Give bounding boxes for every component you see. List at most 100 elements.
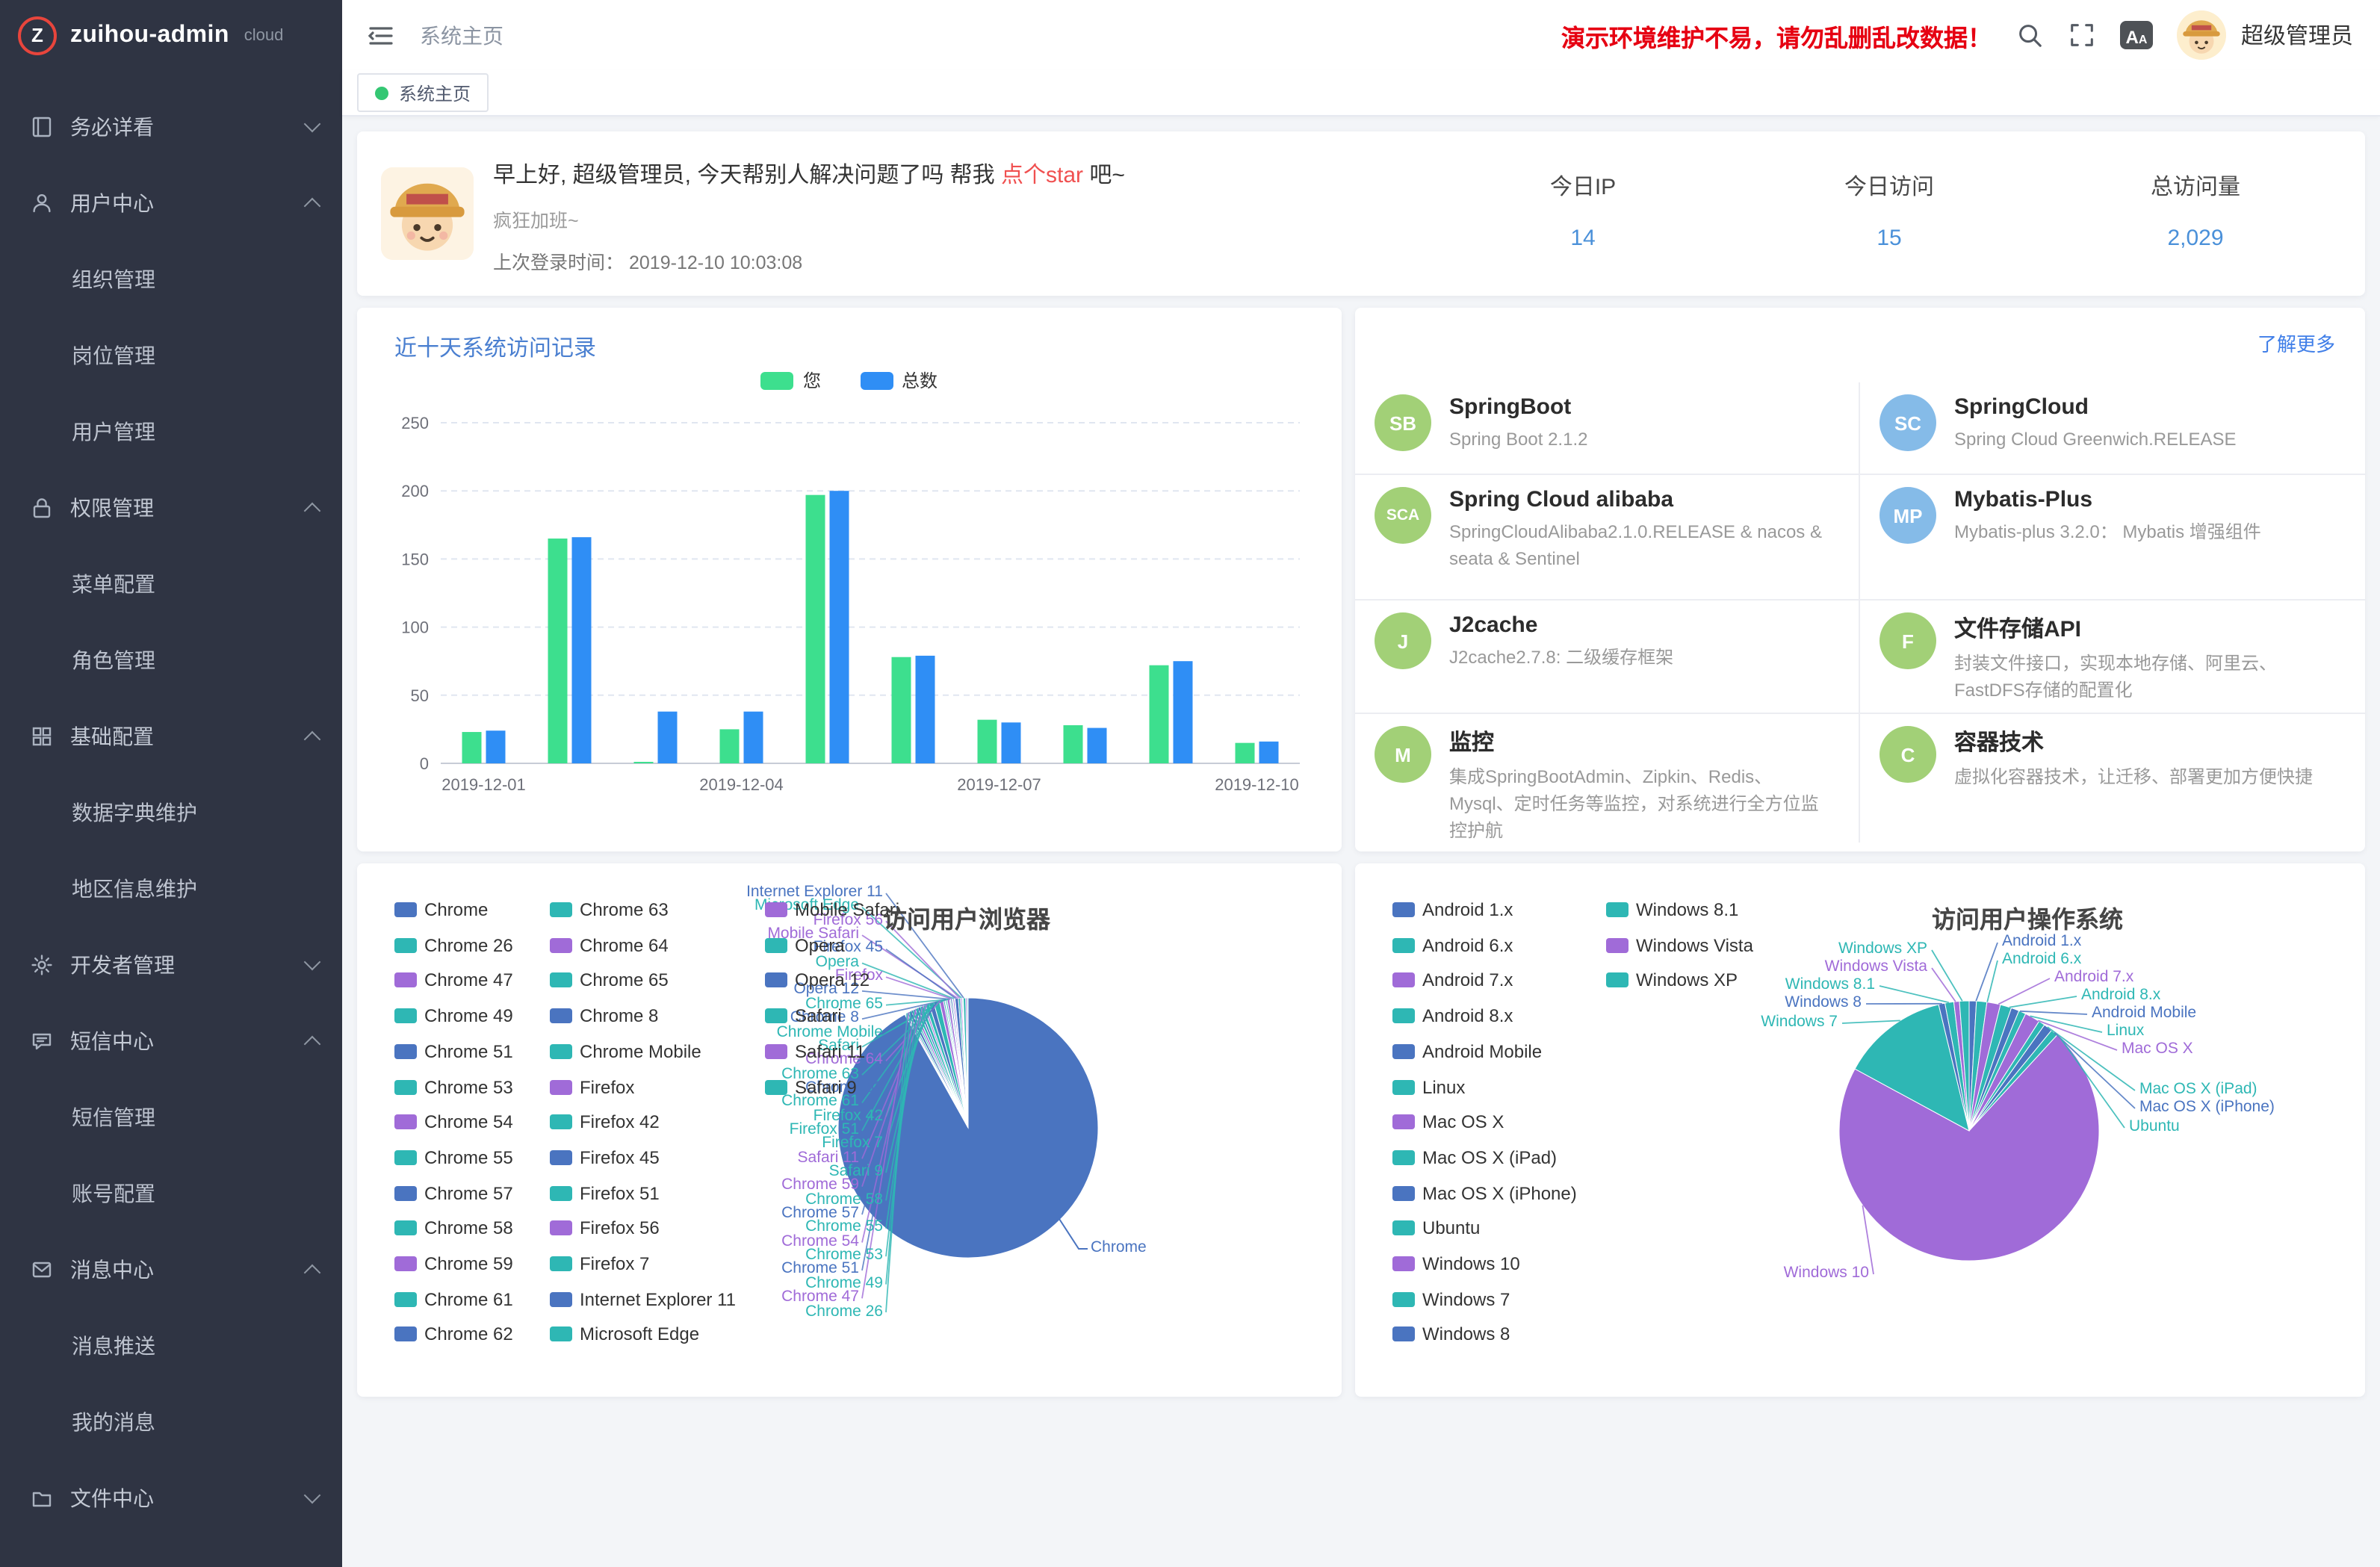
sidebar-subitem[interactable]: 用户管理 <box>0 393 342 469</box>
sidebar-item-message[interactable]: 消息中心 <box>0 1231 342 1307</box>
legend-item[interactable]: Chrome 58 <box>394 1218 513 1239</box>
legend-item[interactable]: Safari <box>765 1005 842 1026</box>
legend-item[interactable]: Firefox 7 <box>550 1253 649 1274</box>
legend-item[interactable]: Chrome 26 <box>394 934 513 955</box>
top-header: 系统主页 演示环境维护不易，请勿乱删乱改数据！ AA <box>342 0 2380 70</box>
legend-item[interactable]: Opera <box>765 934 845 955</box>
user-menu[interactable]: 超级管理员 <box>2177 10 2353 60</box>
legend-item[interactable]: Firefox 56 <box>550 1218 660 1239</box>
bar-您[interactable] <box>462 732 482 763</box>
bar-总数[interactable] <box>1259 742 1279 763</box>
legend-item[interactable]: Mac OS X (iPad) <box>1392 1147 1557 1168</box>
legend-item[interactable]: Chrome 49 <box>394 1005 513 1026</box>
search-icon[interactable] <box>2015 21 2044 49</box>
legend-item[interactable]: Firefox 42 <box>550 1111 660 1132</box>
legend-item[interactable]: Chrome Mobile <box>550 1041 701 1062</box>
sidebar-subitem[interactable]: 数据字典维护 <box>0 774 342 850</box>
legend-item[interactable]: Chrome 62 <box>394 1324 513 1345</box>
legend-item[interactable]: Chrome 57 <box>394 1182 513 1203</box>
bar-总数[interactable] <box>1002 722 1021 763</box>
bar-您[interactable] <box>720 729 740 763</box>
legend-item[interactable]: Android 6.x <box>1392 934 1513 955</box>
sidebar-subitem[interactable]: 短信管理 <box>0 1079 342 1155</box>
sidebar-item-user[interactable]: 用户中心 <box>0 164 342 241</box>
bar-您[interactable] <box>978 720 997 763</box>
legend-item[interactable]: Windows Vista <box>1606 934 1753 955</box>
sidebar-item-grid[interactable]: 基础配置 <box>0 698 342 774</box>
legend-item[interactable]: Chrome 59 <box>394 1253 513 1274</box>
sidebar-subitem[interactable]: 消息推送 <box>0 1307 342 1383</box>
legend-item[interactable]: Chrome 55 <box>394 1147 513 1168</box>
legend-item[interactable]: Windows XP <box>1606 970 1738 991</box>
bar-总数[interactable] <box>744 712 763 763</box>
sidebar-subitem[interactable]: 地区信息维护 <box>0 850 342 926</box>
sidebar-subitem[interactable]: 岗位管理 <box>0 317 342 393</box>
legend-item[interactable]: Mobile Safari <box>765 899 899 920</box>
bar-您[interactable] <box>1236 743 1255 763</box>
legend-item[interactable]: Chrome 65 <box>550 970 669 991</box>
legend-item[interactable]: Mac OS X (iPhone) <box>1392 1182 1577 1203</box>
app-logo[interactable]: Z zuihou-admin cloud <box>0 0 342 70</box>
legend-item[interactable]: Firefox <box>550 1076 634 1097</box>
bar-您[interactable] <box>548 539 568 763</box>
sidebar-item-lock[interactable]: 权限管理 <box>0 469 342 545</box>
legend-item[interactable]: Safari 9 <box>765 1076 857 1097</box>
legend-item[interactable]: Firefox 51 <box>550 1182 660 1203</box>
tab-home[interactable]: 系统主页 <box>357 73 489 112</box>
bar-您[interactable] <box>892 657 911 763</box>
bar-总数[interactable] <box>486 730 506 763</box>
visits-bar-chart[interactable]: 0501001502002502019-12-012019-12-042019-… <box>357 308 1342 851</box>
bar-总数[interactable] <box>1088 728 1107 763</box>
sidebar-subitem[interactable]: 组织管理 <box>0 241 342 317</box>
sidebar-subitem[interactable]: 角色管理 <box>0 621 342 698</box>
star-link[interactable]: 点个star <box>1001 163 1083 188</box>
legend-item[interactable]: Windows 10 <box>1392 1253 1520 1274</box>
legend-item[interactable]: Windows 7 <box>1392 1288 1510 1309</box>
stat-value: 15 <box>1736 226 2042 251</box>
legend-item[interactable]: Chrome 64 <box>550 934 669 955</box>
legend-item[interactable]: Ubuntu <box>1392 1218 1480 1239</box>
sidebar-item-folder[interactable]: 文件中心 <box>0 1459 342 1536</box>
bar-总数[interactable] <box>1174 661 1193 763</box>
bar-总数[interactable] <box>916 656 935 763</box>
legend-item[interactable]: Chrome 51 <box>394 1041 513 1062</box>
stat-label: 今日IP <box>1430 170 1736 202</box>
legend-item[interactable]: Chrome 47 <box>394 970 513 991</box>
legend-item[interactable]: Chrome 63 <box>550 899 669 920</box>
sidebar-subitem[interactable]: 我的消息 <box>0 1383 342 1459</box>
legend-item[interactable]: Android 8.x <box>1392 1005 1513 1026</box>
collapse-menu-icon[interactable] <box>366 20 396 50</box>
fullscreen-icon[interactable] <box>2068 21 2096 49</box>
legend-item[interactable]: Chrome 61 <box>394 1288 513 1309</box>
legend-item[interactable]: Chrome 8 <box>550 1005 658 1026</box>
legend-item[interactable]: Mac OS X <box>1392 1111 1504 1132</box>
legend-item[interactable]: Chrome 54 <box>394 1111 513 1132</box>
bar-总数[interactable] <box>572 537 592 763</box>
legend-item[interactable]: Windows 8.1 <box>1606 899 1738 920</box>
legend-item[interactable]: Windows 8 <box>1392 1324 1510 1345</box>
learn-more-link[interactable]: 了解更多 <box>2257 329 2335 357</box>
font-size-icon[interactable]: AA <box>2120 21 2153 49</box>
bar-总数[interactable] <box>658 712 678 763</box>
bar-您[interactable] <box>806 495 825 763</box>
bar-您[interactable] <box>1150 665 1169 763</box>
legend-item[interactable]: Android 7.x <box>1392 970 1513 991</box>
legend-item[interactable]: Android 1.x <box>1392 899 1513 920</box>
legend-item[interactable]: Microsoft Edge <box>550 1324 699 1345</box>
bar-总数[interactable] <box>830 491 849 763</box>
legend-item[interactable]: Safari 11 <box>765 1041 865 1062</box>
legend-item[interactable]: Chrome 53 <box>394 1076 513 1097</box>
sidebar-subitem[interactable]: 菜单配置 <box>0 545 342 621</box>
sidebar-subitem[interactable]: 账号配置 <box>0 1155 342 1231</box>
sidebar-item-sms[interactable]: 短信中心 <box>0 1002 342 1079</box>
bar-您[interactable] <box>634 762 654 763</box>
legend-item[interactable]: Android Mobile <box>1392 1041 1542 1062</box>
sidebar-item-book[interactable]: 务必详看 <box>0 88 342 164</box>
legend-item[interactable]: Linux <box>1392 1076 1465 1097</box>
sidebar-item-gear[interactable]: 开发者管理 <box>0 926 342 1002</box>
bar-您[interactable] <box>1064 725 1083 763</box>
legend-item[interactable]: Opera 12 <box>765 970 870 991</box>
legend-item[interactable]: Chrome <box>394 899 488 920</box>
legend-item[interactable]: Internet Explorer 11 <box>550 1288 736 1309</box>
legend-item[interactable]: Firefox 45 <box>550 1147 660 1168</box>
